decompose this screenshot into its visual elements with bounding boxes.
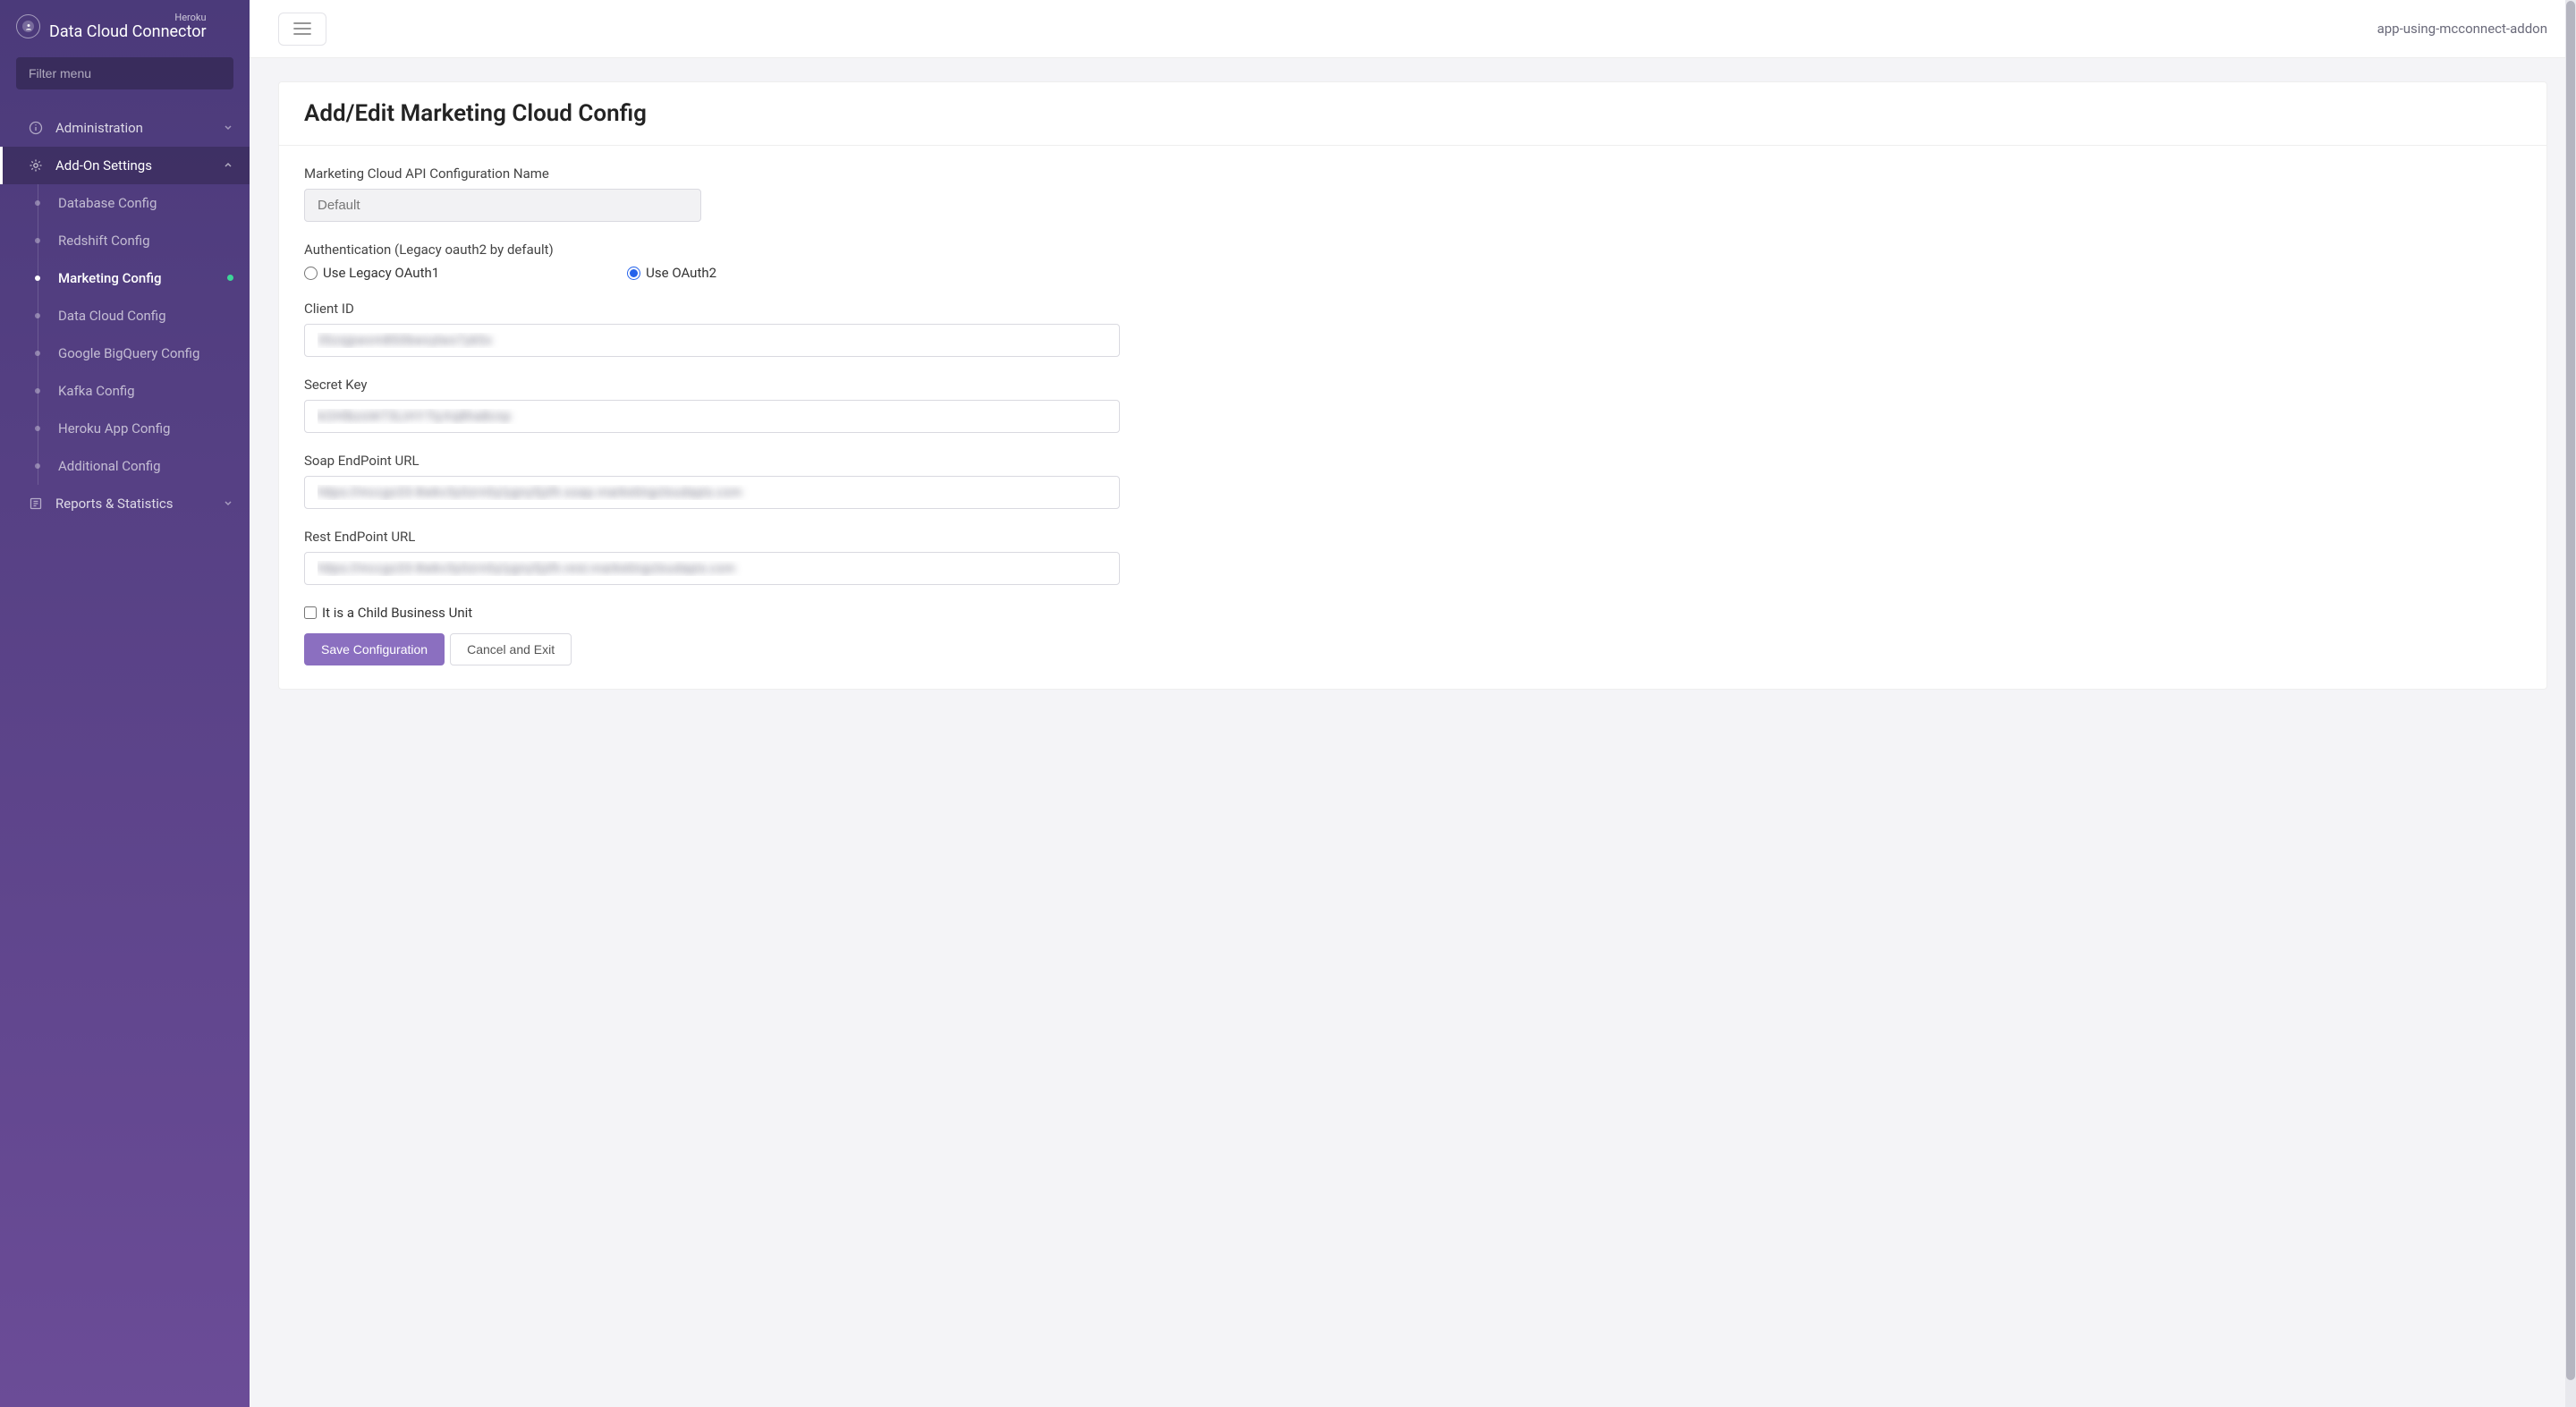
hamburger-button[interactable] xyxy=(278,13,326,46)
scrollbar-track[interactable] xyxy=(2565,58,2576,1407)
child-bu-option[interactable]: It is a Child Business Unit xyxy=(304,605,2521,621)
sidebar-item-label: Additional Config xyxy=(58,458,161,474)
sidebar: Heroku Data Cloud Connector Administrati… xyxy=(0,0,250,1407)
brand-header: Heroku Data Cloud Connector xyxy=(0,0,250,57)
sidebar-section-label: Reports & Statistics xyxy=(55,496,173,512)
app-name: app-using-mcconnect-addon xyxy=(2377,21,2547,37)
chevron-down-icon xyxy=(223,120,233,136)
page-title: Add/Edit Marketing Cloud Config xyxy=(304,100,2521,127)
config-name-input[interactable] xyxy=(304,189,701,222)
sidebar-section-label: Add-On Settings xyxy=(55,157,152,174)
soap-url-input[interactable] xyxy=(304,476,1120,509)
gear-icon xyxy=(29,158,43,173)
sidebar-section-administration[interactable]: Administration xyxy=(0,109,250,147)
topbar: app-using-mcconnect-addon xyxy=(250,0,2576,58)
child-bu-label: It is a Child Business Unit xyxy=(322,605,472,621)
client-id-input[interactable] xyxy=(304,324,1120,357)
report-icon xyxy=(29,496,43,511)
chevron-up-icon xyxy=(223,157,233,174)
hamburger-icon xyxy=(293,22,311,35)
auth-label: Authentication (Legacy oauth2 by default… xyxy=(304,242,2521,258)
oauth2-label: Use OAuth2 xyxy=(646,265,716,281)
client-id-label: Client ID xyxy=(304,301,2521,317)
info-icon xyxy=(29,121,43,135)
active-dot-icon xyxy=(227,275,233,281)
oauth2-radio[interactable] xyxy=(627,267,640,280)
sidebar-item-label: Heroku App Config xyxy=(58,420,170,437)
sidebar-section-addon-settings[interactable]: Add-On Settings xyxy=(0,147,250,184)
sidebar-item-database-config[interactable]: Database Config xyxy=(38,184,250,222)
sidebar-item-data-cloud-config[interactable]: Data Cloud Config xyxy=(38,297,250,335)
rest-url-label: Rest EndPoint URL xyxy=(304,529,2521,545)
filter-menu-input[interactable] xyxy=(16,57,233,89)
rest-url-input[interactable] xyxy=(304,552,1120,585)
sidebar-item-marketing-config[interactable]: Marketing Config xyxy=(38,259,250,297)
config-name-label: Marketing Cloud API Configuration Name xyxy=(304,165,2521,182)
sidebar-item-google-bigquery-config[interactable]: Google BigQuery Config xyxy=(38,335,250,372)
logo-icon xyxy=(16,14,40,38)
scrollbar-thumb[interactable] xyxy=(2566,58,2575,1380)
config-card: Add/Edit Marketing Cloud Config Marketin… xyxy=(278,81,2547,690)
oauth1-label: Use Legacy OAuth1 xyxy=(323,265,439,281)
oauth1-option[interactable]: Use Legacy OAuth1 xyxy=(304,265,439,281)
sidebar-item-label: Redshift Config xyxy=(58,233,150,249)
chevron-down-icon xyxy=(223,496,233,512)
save-button[interactable]: Save Configuration xyxy=(304,633,445,665)
sidebar-item-label: Database Config xyxy=(58,195,157,211)
oauth2-option[interactable]: Use OAuth2 xyxy=(627,265,716,281)
sidebar-item-redshift-config[interactable]: Redshift Config xyxy=(38,222,250,259)
sidebar-section-reports[interactable]: Reports & Statistics xyxy=(0,485,250,522)
sidebar-item-label: Data Cloud Config xyxy=(58,308,166,324)
child-bu-checkbox[interactable] xyxy=(304,606,317,619)
sidebar-item-heroku-app-config[interactable]: Heroku App Config xyxy=(38,410,250,447)
secret-key-input[interactable] xyxy=(304,400,1120,433)
sidebar-item-additional-config[interactable]: Additional Config xyxy=(38,447,250,485)
sidebar-item-label: Google BigQuery Config xyxy=(58,345,199,361)
cancel-button[interactable]: Cancel and Exit xyxy=(450,633,572,665)
sidebar-item-label: Kafka Config xyxy=(58,383,135,399)
soap-url-label: Soap EndPoint URL xyxy=(304,453,2521,469)
secret-key-label: Secret Key xyxy=(304,377,2521,393)
sidebar-item-label: Marketing Config xyxy=(58,270,162,286)
sidebar-section-label: Administration xyxy=(55,120,143,136)
oauth1-radio[interactable] xyxy=(304,267,318,280)
brand-title: Data Cloud Connector xyxy=(49,23,207,41)
sidebar-item-kafka-config[interactable]: Kafka Config xyxy=(38,372,250,410)
